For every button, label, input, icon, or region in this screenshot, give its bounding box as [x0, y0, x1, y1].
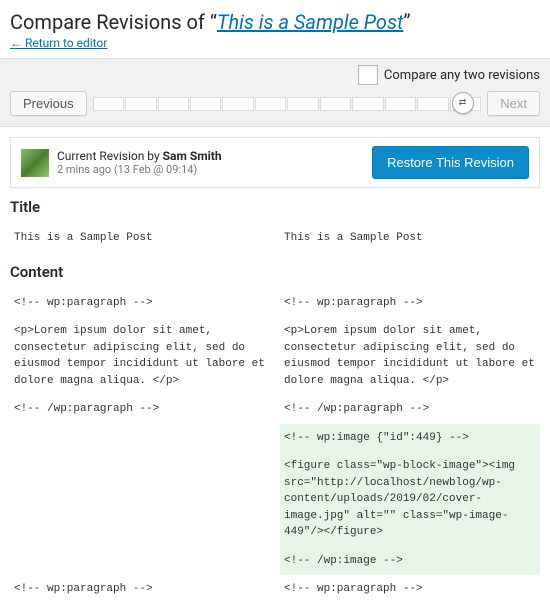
restore-revision-button[interactable]: Restore This Revision — [372, 146, 529, 179]
title-section-heading: Title — [10, 198, 540, 216]
revision-time: 2 mins ago (13 Feb @ 09:14) — [57, 163, 364, 176]
diff-cell-right: <!-- wp:paragraph --> — [280, 289, 540, 318]
tick — [255, 97, 286, 111]
revision-author-line: Current Revision by Sam Smith — [57, 149, 364, 163]
tick — [287, 97, 318, 111]
tick — [352, 97, 383, 111]
diff-cell-right: <!-- /wp:image --> — [280, 547, 540, 576]
content-diff: <!-- wp:paragraph --> <!-- wp:paragraph -… — [10, 289, 540, 600]
avatar — [21, 149, 49, 177]
page-title: Compare Revisions of “This is a Sample P… — [10, 10, 540, 34]
content-section-heading: Content — [10, 263, 540, 281]
diff-cell-right: <!-- /wp:paragraph --> — [280, 395, 540, 424]
compare-two-checkbox[interactable] — [358, 65, 378, 85]
revision-controls-panel: Compare any two revisions Previous ⇄ Nex… — [0, 58, 550, 127]
diff-cell-right: <!-- wp:image {"id":449} --> — [280, 424, 540, 453]
diff-cell-right: <figure class="wp-block-image"><img src=… — [280, 452, 540, 547]
slider-handle[interactable]: ⇄ — [452, 92, 474, 114]
previous-button[interactable]: Previous — [10, 91, 87, 116]
tick — [222, 97, 253, 111]
diff-cell-left: <!-- wp:paragraph --> — [10, 575, 270, 600]
next-button: Next — [487, 91, 540, 116]
tick — [417, 97, 448, 111]
diff-cell-right: <p>Lorem ipsum dolor sit amet, consectet… — [280, 317, 540, 395]
tick — [320, 97, 351, 111]
tick — [125, 97, 156, 111]
tick — [385, 97, 416, 111]
title-diff: This is a Sample Post This is a Sample P… — [10, 224, 540, 253]
tick — [190, 97, 221, 111]
return-to-editor-link[interactable]: ← Return to editor — [10, 36, 107, 50]
diff-cell-left: <p>Lorem ipsum dolor sit amet, consectet… — [10, 317, 270, 395]
revision-meta-bar: Current Revision by Sam Smith 2 mins ago… — [10, 137, 540, 188]
diff-cell-left — [10, 452, 270, 547]
diff-cell-left: <!-- wp:paragraph --> — [10, 289, 270, 318]
post-title-link[interactable]: This is a Sample Post — [217, 10, 403, 34]
diff-cell-left: <!-- /wp:paragraph --> — [10, 395, 270, 424]
tick — [158, 97, 189, 111]
tick — [93, 97, 124, 111]
title-left: This is a Sample Post — [10, 224, 270, 253]
author-name: Sam Smith — [163, 149, 222, 163]
revision-slider[interactable]: ⇄ — [93, 93, 482, 115]
compare-two-label: Compare any two revisions — [384, 68, 540, 83]
title-right: This is a Sample Post — [280, 224, 540, 253]
compare-label: Compare Revisions of — [10, 10, 210, 34]
diff-cell-left — [10, 547, 270, 576]
diff-cell-left — [10, 424, 270, 453]
diff-cell-right: <!-- wp:paragraph --> — [280, 575, 540, 600]
